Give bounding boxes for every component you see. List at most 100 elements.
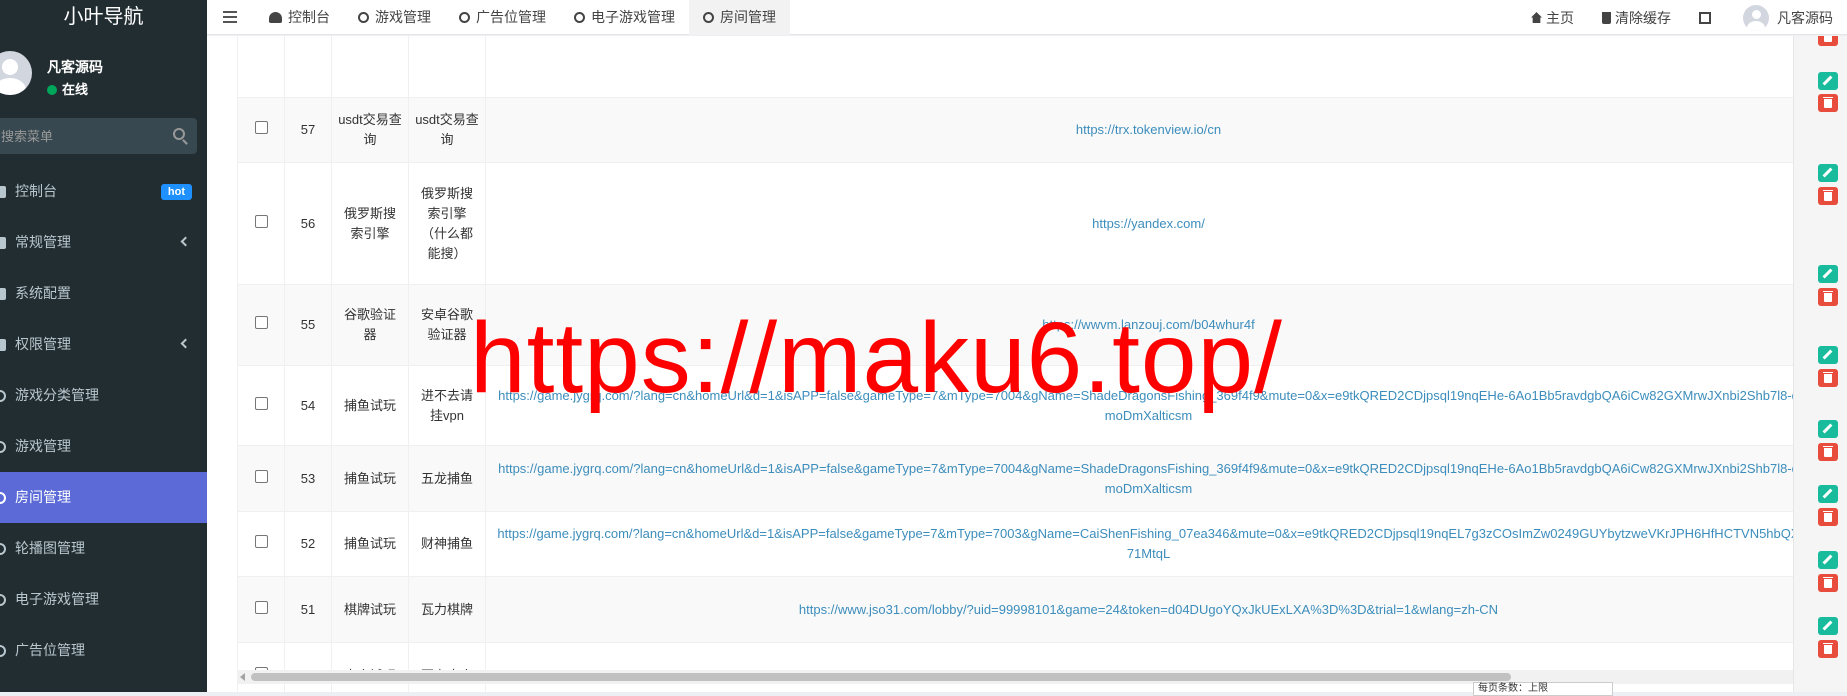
tab-label: 房间管理: [720, 9, 776, 25]
row-url[interactable]: https://trx.tokenview.io/cn: [485, 97, 1812, 163]
sidebar-item-game[interactable]: 游戏管理: [0, 421, 207, 472]
delete-button[interactable]: [1818, 187, 1838, 205]
home-label: 主页: [1546, 9, 1574, 26]
operations-column: [1793, 36, 1847, 692]
row-checkbox[interactable]: [254, 214, 268, 228]
sidebar-item-room[interactable]: 房间管理: [0, 472, 207, 523]
scroll-left-icon[interactable]: [240, 673, 245, 681]
delete-button[interactable]: [1818, 640, 1838, 658]
sidebar-item-label: 电子游戏管理: [15, 591, 99, 607]
row-url[interactable]: https://yandex.com/: [485, 162, 1812, 285]
row-checkbox[interactable]: [254, 121, 268, 134]
tab-egame[interactable]: 电子游戏管理: [560, 0, 689, 35]
user-status: 在线: [47, 79, 88, 98]
row-url[interactable]: https://game.jygrq.com/?lang=cn&homeUrl&…: [485, 445, 1812, 512]
chevron-left-icon: [180, 338, 191, 349]
edit-button[interactable]: [1818, 72, 1838, 90]
sidebar-item-game-category[interactable]: 游戏分类管理: [0, 370, 207, 421]
delete-button[interactable]: [1818, 443, 1838, 461]
row-url[interactable]: https://wwvm.lanzouj.com/b04whur4f: [485, 284, 1812, 366]
edit-button[interactable]: [1818, 346, 1838, 364]
home-icon: [1531, 12, 1542, 23]
app-logo[interactable]: 小叶导航: [0, 0, 207, 35]
delete-button[interactable]: [1818, 94, 1838, 112]
table-row: [237, 36, 1812, 98]
delete-button[interactable]: [1818, 574, 1838, 592]
edit-button[interactable]: [1818, 265, 1838, 283]
sidebar-item-label: 控制台: [15, 183, 57, 199]
sidebar-menu: 控制台 hot 常规管理 系统配置 权限管理 游戏分类管理 游戏管理 房间管理 轮…: [0, 166, 207, 676]
edit-button[interactable]: [1818, 485, 1838, 503]
sidebar-item-system-config[interactable]: 系统配置: [0, 268, 207, 319]
tab-ads[interactable]: 广告位管理: [445, 0, 560, 35]
sidebar-item-label: 房间管理: [15, 489, 71, 505]
circle-icon: [574, 12, 585, 23]
circle-icon: [0, 543, 6, 555]
page-size-selector[interactable]: 每页条数：上限: [1473, 682, 1613, 696]
avatar: [1743, 4, 1769, 31]
sidebar-item-carousel[interactable]: 轮播图管理: [0, 523, 207, 574]
sidebar-item-general[interactable]: 常规管理: [0, 217, 207, 268]
circle-icon: [703, 12, 714, 23]
menu-search-input[interactable]: [0, 118, 165, 154]
table-row: 52 捕鱼试玩 财神捕鱼 https://game.jygrq.com/?lang=c…: [237, 511, 1812, 577]
delete-button[interactable]: [1818, 36, 1838, 46]
tab-dashboard[interactable]: 控制台: [255, 0, 344, 35]
row-id: 52: [284, 511, 332, 577]
sidebar-item-ads[interactable]: 广告位管理: [0, 625, 207, 676]
row-url[interactable]: https://www.jso31.com/lobby/?uid=9999810…: [485, 576, 1812, 643]
clear-cache-button[interactable]: 清除缓存: [1588, 8, 1685, 28]
tab-game[interactable]: 游戏管理: [344, 0, 445, 35]
row-id: 50: [284, 642, 332, 692]
row-name: 捕鱼试玩: [331, 365, 409, 446]
edit-button[interactable]: [1818, 420, 1838, 438]
scrollbar-thumb[interactable]: [251, 673, 1511, 681]
fullscreen-icon: [1699, 11, 1711, 24]
menu-search: [0, 118, 197, 154]
edit-button[interactable]: [1818, 164, 1838, 182]
delete-button[interactable]: [1818, 508, 1838, 526]
user-menu-label: 凡客源码: [1777, 9, 1833, 26]
clear-cache-label: 清除缓存: [1615, 9, 1671, 26]
sidebar-item-label: 游戏管理: [15, 438, 71, 454]
edit-button[interactable]: [1818, 551, 1838, 569]
cogs-icon: [0, 237, 6, 249]
row-checkbox[interactable]: [254, 600, 268, 614]
tab-label: 控制台: [288, 9, 330, 25]
row-checkbox[interactable]: [254, 469, 268, 483]
menu-toggle-icon[interactable]: [223, 11, 237, 23]
user-name: 凡客源码: [47, 59, 103, 75]
search-icon[interactable]: [173, 128, 185, 140]
main-content: 57 usdt交易查询 usdt交易查询 https://trx.tokenview.…: [207, 36, 1847, 692]
table-row: 53 捕鱼试玩 五龙捕鱼 https://game.jygrq.com/?lang=c…: [237, 445, 1812, 512]
row-name: 俄罗斯搜索引擎: [331, 162, 409, 285]
sidebar-item-dashboard[interactable]: 控制台 hot: [0, 166, 207, 217]
tab-room[interactable]: 房间管理: [689, 0, 790, 35]
row-id: 55: [284, 284, 332, 366]
table-row: 55 谷歌验证器 安卓谷歌验证器 https://wwvm.lanzouj.com/b…: [237, 284, 1812, 366]
row-checkbox[interactable]: [254, 316, 268, 329]
fullscreen-button[interactable]: [1685, 11, 1729, 24]
delete-button[interactable]: [1818, 288, 1838, 306]
circle-icon: [0, 441, 6, 453]
row-url[interactable]: https://game.jygrq.com/?lang=cn&homeUrl&…: [485, 365, 1812, 446]
home-link[interactable]: 主页: [1517, 8, 1588, 28]
user-status-label: 在线: [62, 82, 89, 97]
row-id: 54: [284, 365, 332, 446]
row-id: 51: [284, 576, 332, 643]
edit-button[interactable]: [1818, 617, 1838, 635]
row-name: 真人试玩: [331, 642, 409, 692]
hot-badge: hot: [160, 184, 192, 200]
circle-icon: [0, 492, 6, 504]
sidebar-item-egame[interactable]: 电子游戏管理: [0, 574, 207, 625]
sidebar-item-label: 游戏分类管理: [15, 387, 99, 403]
user-menu[interactable]: 凡客源码: [1729, 4, 1847, 31]
sidebar-item-auth[interactable]: 权限管理: [0, 319, 207, 370]
row-url[interactable]: https://game.jygrq.com/?lang=cn&homeUrl&…: [485, 511, 1812, 577]
row-checkbox[interactable]: [254, 396, 268, 410]
delete-button[interactable]: [1818, 369, 1838, 387]
row-checkbox[interactable]: [254, 535, 268, 548]
row-name: 捕鱼试玩: [331, 445, 409, 512]
row-desc: 财神捕鱼: [408, 511, 486, 577]
row-id: 53: [284, 445, 332, 512]
